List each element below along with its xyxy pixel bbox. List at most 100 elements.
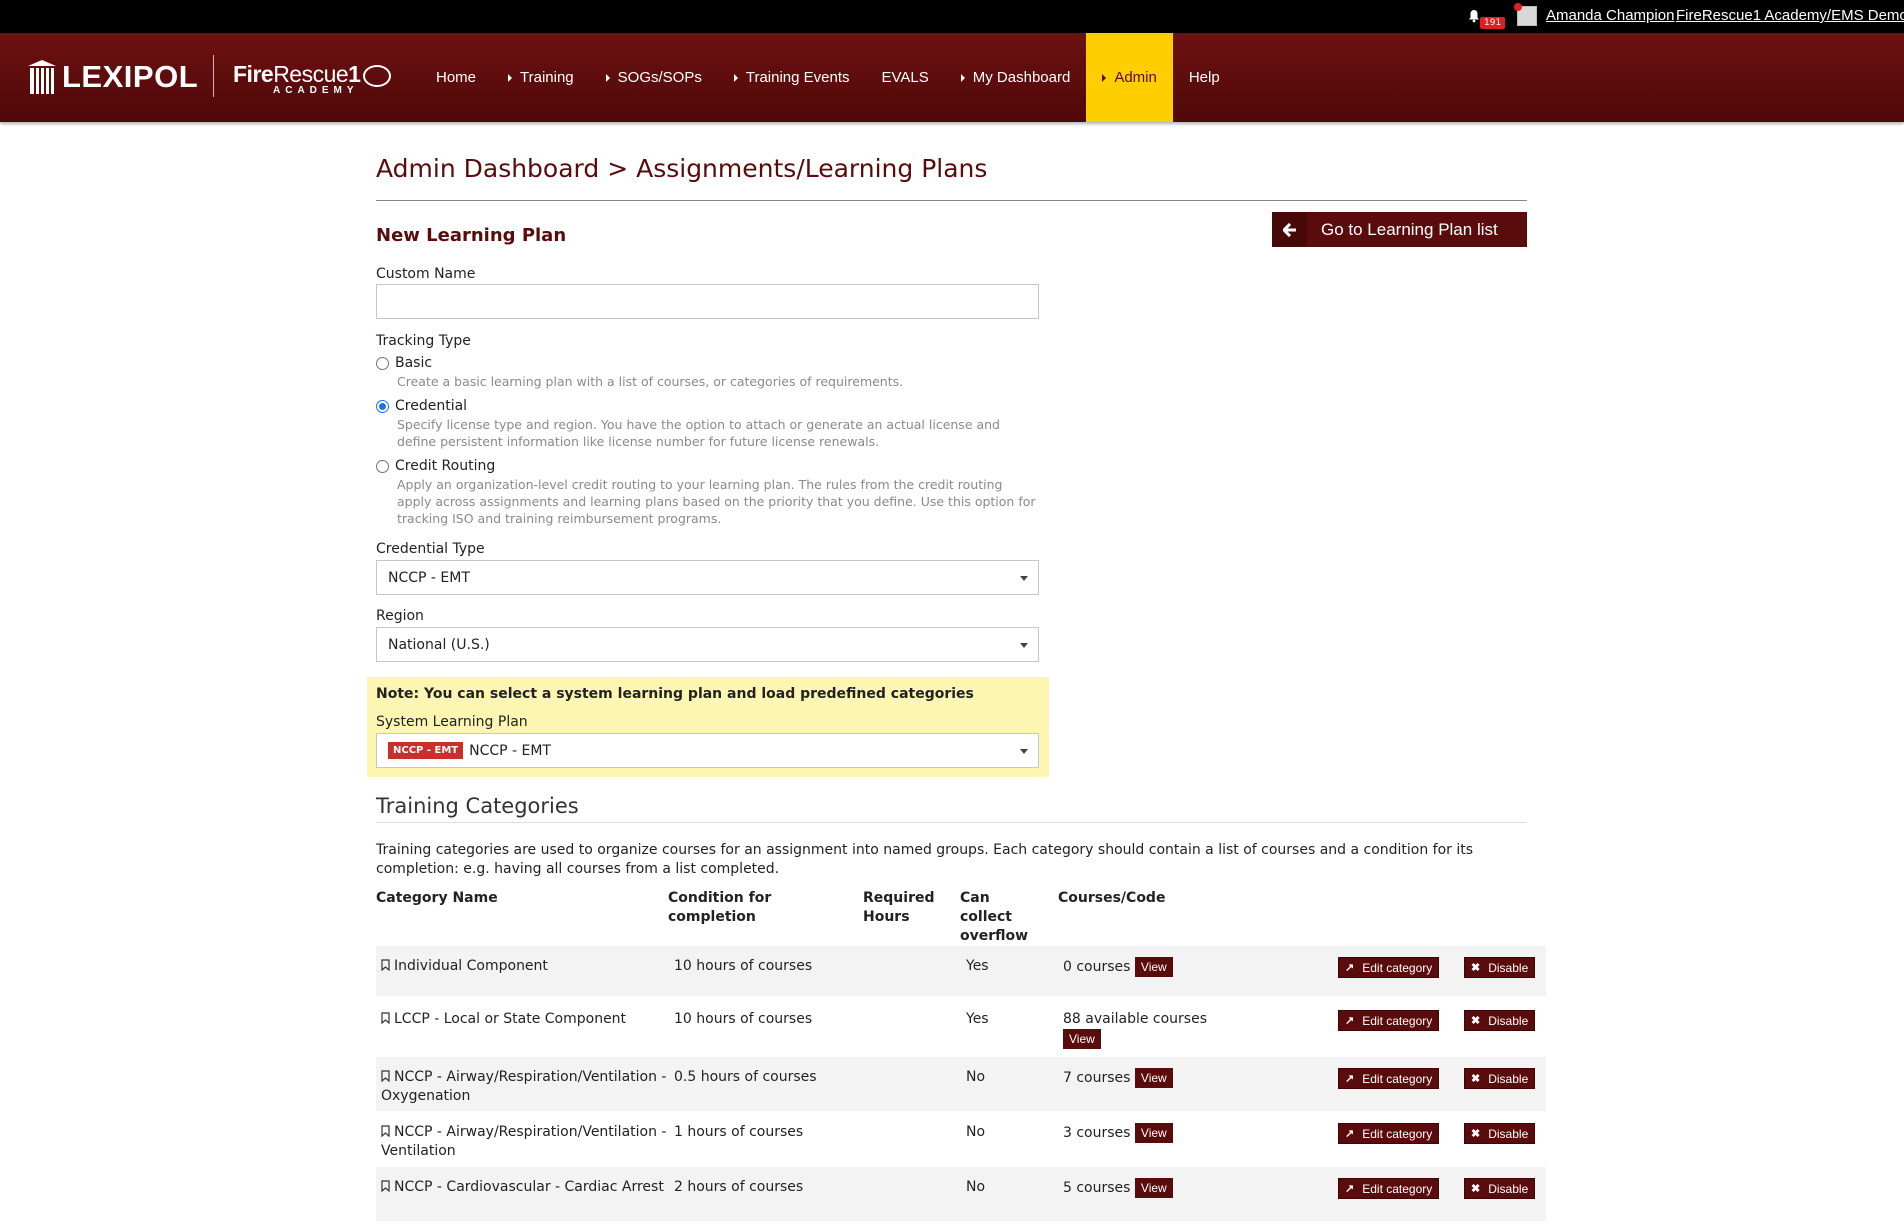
nav-item-home[interactable]: Home: [420, 33, 492, 122]
radio-basic[interactable]: [376, 356, 389, 370]
tracking-option-basic[interactable]: Basic: [376, 355, 432, 371]
title-divider: [376, 200, 1527, 201]
category-name-cell: LCCP - Local or State Component: [381, 1010, 671, 1029]
view-courses-button[interactable]: View: [1134, 1123, 1173, 1143]
condition-cell: 0.5 hours of courses: [674, 1069, 817, 1085]
external-link-icon: ↗: [1345, 962, 1355, 974]
disable-category-button[interactable]: ✖ Disable: [1464, 1178, 1536, 1199]
close-icon: ✖: [1471, 1015, 1481, 1027]
disable-label: Disable: [1488, 1013, 1529, 1028]
tracking-type-label: Tracking Type: [376, 333, 471, 349]
edit-category-button[interactable]: ↗ Edit category: [1338, 1010, 1440, 1031]
region-select[interactable]: National (U.S.): [376, 627, 1039, 662]
bell-icon[interactable]: [1467, 9, 1481, 23]
credential-type-label: Credential Type: [376, 541, 485, 557]
courses-cell: 7 courses View: [1063, 1068, 1263, 1088]
main-navbar: LEXIPOL FireRescue1 ACADEMY Home Training…: [0, 33, 1904, 122]
section-title: New Learning Plan: [376, 225, 567, 246]
note-text: Note: You can select a system learning p…: [376, 686, 974, 702]
bookmark-icon: [381, 1012, 390, 1024]
external-link-icon: ↗: [1345, 1128, 1355, 1140]
tracking-option-basic-label: Basic: [395, 355, 433, 371]
fr-word-rescue: Rescue: [273, 61, 349, 87]
firerescue1-academy-logo[interactable]: FireRescue1 ACADEMY: [233, 61, 391, 96]
close-icon: ✖: [1471, 1073, 1481, 1085]
go-to-learning-plan-list-button[interactable]: Go to Learning Plan list: [1272, 212, 1527, 247]
notification-count-badge[interactable]: 191: [1480, 17, 1506, 29]
nav-item-label: EVALS: [881, 69, 929, 86]
chevron-down-icon: [1020, 576, 1028, 581]
tracking-option-credit-routing-help: Apply an organization-level credit routi…: [397, 477, 1036, 526]
nav-item-my-dashboard[interactable]: My Dashboard: [945, 33, 1087, 122]
edit-category-label: Edit category: [1362, 1013, 1433, 1028]
table-row: NCCP - Airway/Respiration/Ventilation - …: [376, 1112, 1546, 1166]
disable-category-button[interactable]: ✖ Disable: [1464, 1123, 1536, 1144]
lexipol-wordmark: LEXIPOL: [62, 59, 199, 94]
bookmark-icon: [381, 1070, 390, 1082]
disable-category-button[interactable]: ✖ Disable: [1464, 1068, 1536, 1089]
region-label: Region: [376, 608, 424, 624]
edit-category-button[interactable]: ↗ Edit category: [1338, 957, 1440, 978]
nav-menu: Home Training SOGs/SOPs Training Events EVAL…: [420, 33, 1236, 122]
caret-right-icon: [1102, 73, 1107, 82]
lexipol-logo[interactable]: LEXIPOL: [28, 57, 198, 97]
edit-category-button[interactable]: ↗ Edit category: [1338, 1123, 1440, 1144]
custom-name-input[interactable]: [376, 284, 1039, 319]
bookmark-icon: [381, 1125, 390, 1137]
category-name-cell: NCCP - Airway/Respiration/Ventilation - …: [381, 1068, 671, 1106]
overflow-cell: Yes: [966, 958, 989, 974]
tracking-option-credit-routing[interactable]: Credit Routing: [376, 458, 495, 474]
close-icon: ✖: [1471, 1128, 1481, 1140]
nav-item-training[interactable]: Training: [492, 33, 590, 122]
courses-cell: 88 available courses View: [1063, 1010, 1263, 1049]
view-courses-button[interactable]: View: [1063, 1029, 1101, 1049]
tracking-option-credential[interactable]: Credential: [376, 398, 467, 414]
external-link-icon: ↗: [1345, 1183, 1355, 1195]
edit-category-label: Edit category: [1362, 1181, 1433, 1196]
category-name-cell: NCCP - Cardiovascular - Cardiac Arrest: [381, 1178, 671, 1197]
edit-category-label: Edit category: [1362, 1126, 1433, 1141]
view-courses-button[interactable]: View: [1134, 1178, 1173, 1198]
user-name-link[interactable]: Amanda Champion: [1546, 7, 1674, 24]
condition-cell: 2 hours of courses: [674, 1179, 804, 1195]
header-category-name: Category Name: [376, 890, 498, 906]
page-title: Admin Dashboard > Assignments/Learning P…: [376, 154, 988, 183]
edit-category-button[interactable]: ↗ Edit category: [1338, 1068, 1440, 1089]
disable-label: Disable: [1488, 1071, 1529, 1086]
credential-type-value: NCCP - EMT: [388, 569, 470, 586]
disable-label: Disable: [1488, 960, 1529, 975]
organization-link[interactable]: FireRescue1 Academy/EMS Demo: [1676, 7, 1904, 24]
nav-item-label: Home: [436, 69, 477, 86]
table-row: Individual Component 10 hours of courses Y…: [376, 946, 1546, 996]
system-plan-value: NCCP - EMT: [469, 742, 551, 759]
nav-item-training-events[interactable]: Training Events: [718, 33, 866, 122]
disable-category-button[interactable]: ✖ Disable: [1464, 1010, 1536, 1031]
chevron-down-icon: [1020, 749, 1028, 754]
table-row: LCCP - Local or State Component 10 hours …: [376, 999, 1546, 1055]
system-learning-plan-select[interactable]: NCCP - EMT NCCP - EMT: [376, 733, 1039, 768]
view-courses-button[interactable]: View: [1134, 1068, 1173, 1088]
nav-item-label: Admin: [1114, 69, 1157, 86]
tracking-option-credit-routing-label: Credit Routing: [395, 458, 496, 474]
category-name-cell: NCCP - Airway/Respiration/Ventilation - …: [381, 1123, 671, 1161]
lexipol-pillars-icon: [28, 60, 56, 94]
disable-label: Disable: [1488, 1181, 1529, 1196]
edit-category-button[interactable]: ↗ Edit category: [1338, 1178, 1440, 1199]
credential-type-select[interactable]: NCCP - EMT: [376, 560, 1039, 595]
nav-item-help[interactable]: Help: [1173, 33, 1236, 122]
caret-right-icon: [508, 73, 513, 82]
nav-item-evals[interactable]: EVALS: [866, 33, 945, 122]
nav-item-admin[interactable]: Admin: [1086, 33, 1173, 122]
close-icon: ✖: [1471, 1183, 1481, 1195]
view-courses-button[interactable]: View: [1134, 957, 1173, 977]
radio-credential[interactable]: [376, 399, 389, 413]
fr-word-fire: Fire: [233, 61, 274, 87]
bookmark-icon: [381, 1180, 390, 1192]
tracking-option-basic-help: Create a basic learning plan with a list…: [397, 374, 904, 389]
fr-academy-label: ACADEMY: [273, 85, 359, 96]
table-row: NCCP - Cardiovascular - Cardiac Arrest 2 …: [376, 1167, 1546, 1221]
nav-item-sogs-sops[interactable]: SOGs/SOPs: [590, 33, 718, 122]
radio-credit-routing[interactable]: [376, 459, 389, 473]
chevron-down-icon: [1020, 643, 1028, 648]
disable-category-button[interactable]: ✖ Disable: [1464, 957, 1536, 978]
